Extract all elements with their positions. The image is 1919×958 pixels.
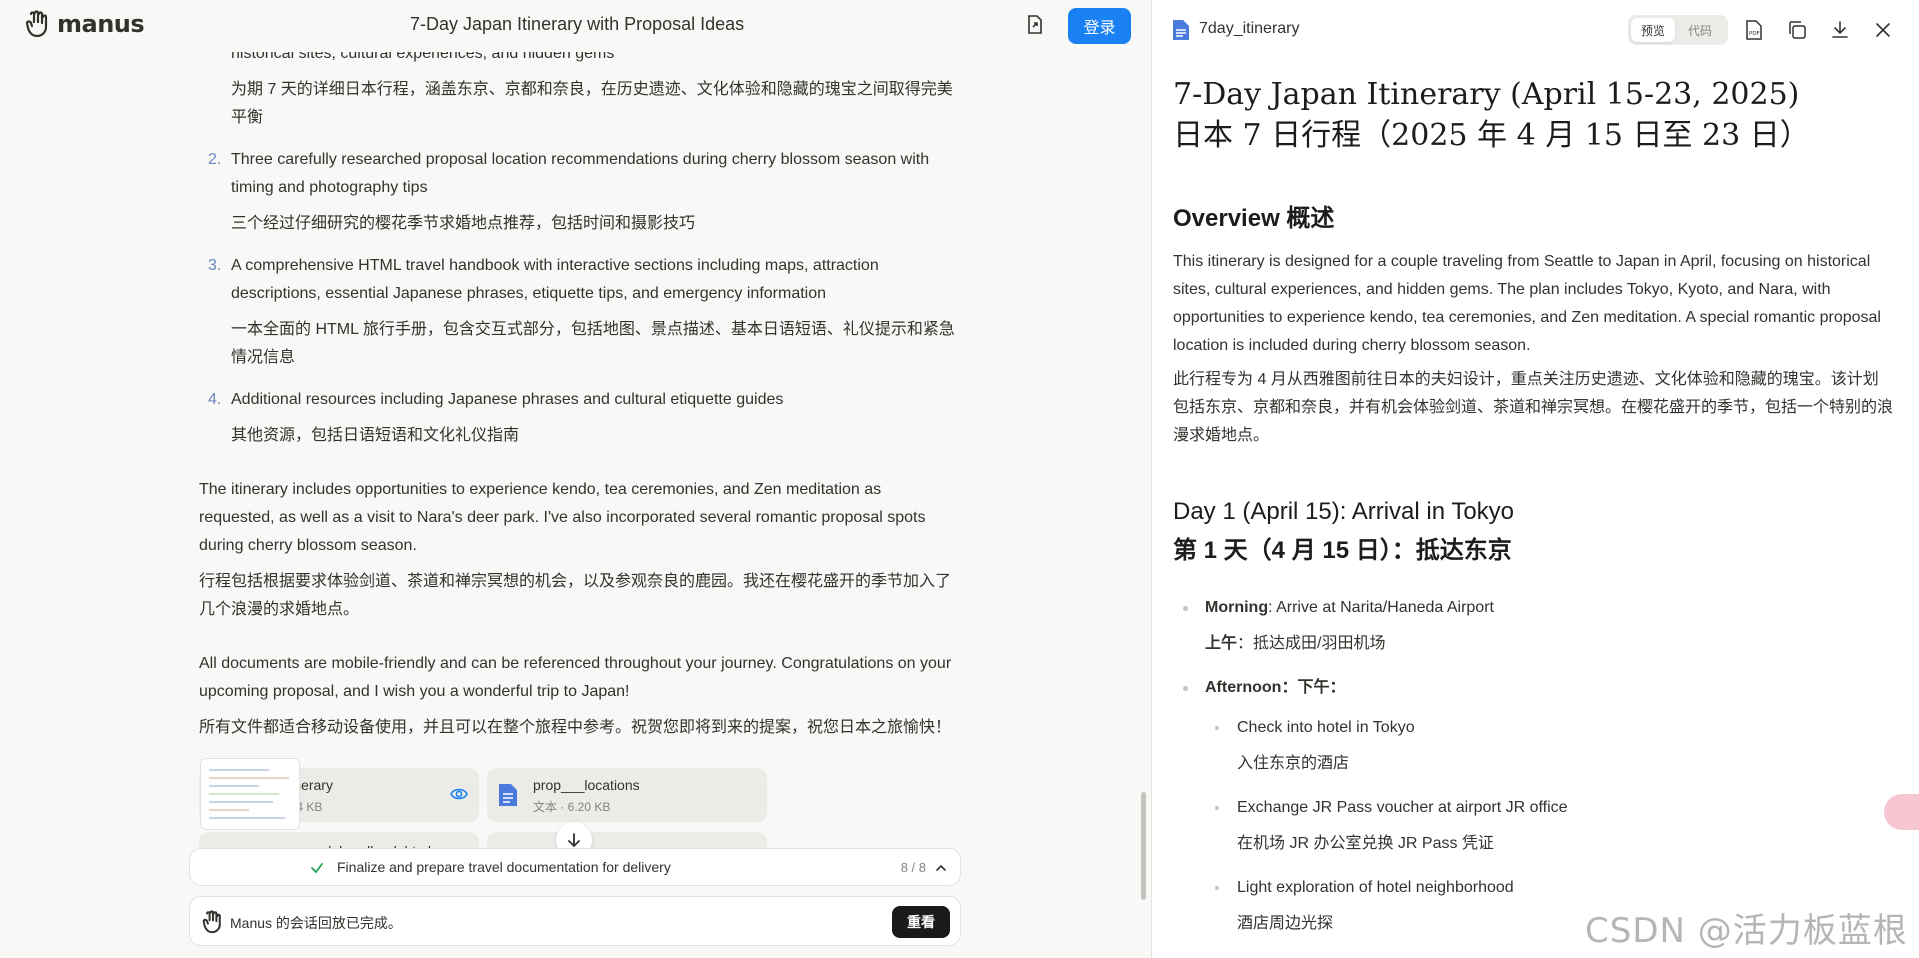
document-icon bbox=[1173, 20, 1189, 40]
close-icon[interactable] bbox=[1872, 19, 1894, 41]
assistant-message: historical sites, cultural experiences, … bbox=[199, 52, 959, 742]
chevron-up-icon[interactable] bbox=[934, 861, 948, 875]
list-item-cn: 为期 7 天的详细日本行程，涵盖东京、京都和奈良，在历史遗迹、文化体验和隐藏的瑰… bbox=[231, 81, 953, 126]
chat-area: historical sites, cultural experiences, … bbox=[0, 52, 1150, 958]
morning-text: : Arrive at Narita/Haneda Airport bbox=[1268, 599, 1494, 616]
file-preview-thumbnail bbox=[200, 758, 300, 830]
attachment-name: prop___locations bbox=[533, 777, 640, 793]
page-title: 7-Day Japan Itinerary with Proposal Idea… bbox=[410, 14, 745, 34]
morning-label: Morning bbox=[1205, 599, 1269, 616]
list-item-cn: 其他资源，包括日语短语和文化礼仪指南 bbox=[231, 427, 520, 444]
paragraph-cn: 所有文件都适合移动设备使用，并且可以在整个旅程中参考。祝贺您即将到来的提案，祝您… bbox=[199, 719, 952, 736]
section-heading-overview: Overview 概述 bbox=[1173, 205, 1335, 232]
task-text: Finalize and prepare travel documentatio… bbox=[337, 859, 671, 875]
check-icon bbox=[311, 863, 323, 874]
view-mode-toggle: 预览 代码 bbox=[1628, 15, 1728, 45]
list-item-en: A comprehensive HTML travel handbook wit… bbox=[231, 257, 879, 302]
eye-icon[interactable] bbox=[449, 784, 469, 804]
attachment-meta: 文本 · 6.20 KB bbox=[533, 800, 611, 814]
list-item: 4. Additional resources including Japane… bbox=[199, 386, 959, 450]
list-number: 3. bbox=[208, 257, 222, 274]
sub-item-cn: 在机场 JR 办公室兑换 JR Pass 凭证 bbox=[1237, 835, 1494, 852]
login-button[interactable]: 登录 bbox=[1068, 8, 1131, 44]
list-item-en: Three carefully researched proposal loca… bbox=[231, 151, 930, 196]
paragraph-en: The itinerary includes opportunities to … bbox=[199, 481, 926, 554]
viewer-file-name: 7day_itinerary bbox=[1199, 20, 1300, 37]
share-file-button[interactable] bbox=[1024, 14, 1048, 38]
app-name: manus bbox=[57, 10, 145, 38]
bullet bbox=[1183, 606, 1188, 611]
afternoon-item: Afternoon：下午： bbox=[1205, 674, 1345, 702]
tab-preview[interactable]: 预览 bbox=[1631, 18, 1675, 42]
sub-item-cn: 酒店周边光探 bbox=[1237, 915, 1334, 932]
list-number: 2. bbox=[208, 151, 222, 168]
manus-hand-icon bbox=[202, 910, 221, 934]
document-title-cn: 日本 7 日行程（2025 年 4 月 15 日至 23 日） bbox=[1173, 118, 1810, 153]
list-item-en: historical sites, cultural experiences, … bbox=[231, 52, 615, 62]
document-viewer-panel: 7day_itinerary 预览 代码 PDF 7-Day Japan Iti… bbox=[1151, 0, 1919, 958]
list-item-cn: 一本全面的 HTML 旅行手册，包含交互式部分，包括地图、景点描述、基本日语短语… bbox=[231, 321, 955, 366]
list-number: 4. bbox=[208, 391, 222, 408]
document-icon bbox=[499, 784, 517, 806]
bullet bbox=[1215, 806, 1219, 810]
replay-status-text: Manus 的会话回放已完成。 bbox=[230, 915, 402, 931]
day1-heading-cn: 第 1 天（4 月 15 日）：抵达东京 bbox=[1173, 537, 1512, 564]
tab-code[interactable]: 代码 bbox=[1678, 18, 1722, 42]
document-title: 7-Day Japan Itinerary (April 15-23, 2025… bbox=[1173, 77, 1800, 112]
overview-text-en: This itinerary is designed for a couple … bbox=[1173, 253, 1881, 354]
paragraph-cn: 行程包括根据要求体验剑道、茶道和禅宗冥想的机会，以及参观奈良的鹿园。我还在樱花盛… bbox=[199, 573, 952, 618]
viewer-header: 7day_itinerary 预览 代码 PDF bbox=[1152, 0, 1919, 58]
afternoon-label-cn: ：下午： bbox=[1281, 679, 1346, 696]
list-item: 2. Three carefully researched proposal l… bbox=[199, 146, 959, 238]
watermark: CSDN @活力板蓝根 bbox=[1585, 911, 1908, 951]
day1-heading: Day 1 (April 15): Arrival in Tokyo bbox=[1173, 498, 1515, 525]
morning-item: Morning: Arrive at Narita/Haneda Airport bbox=[1205, 594, 1494, 622]
scrollbar[interactable] bbox=[1141, 792, 1146, 900]
manus-hand-icon bbox=[25, 10, 48, 38]
overview-text-cn: 此行程专为 4 月从西雅图前往日本的夫妇设计，重点关注历史遗迹、文化体验和隐藏的… bbox=[1173, 371, 1894, 444]
list-item: 3. A comprehensive HTML travel handbook … bbox=[199, 252, 959, 372]
copy-icon[interactable] bbox=[1786, 19, 1808, 41]
bullet bbox=[1215, 726, 1219, 730]
morning-label-cn: 上午 bbox=[1205, 635, 1238, 652]
bullet bbox=[1183, 686, 1188, 691]
floating-assistant-button[interactable] bbox=[1884, 794, 1919, 830]
pdf-icon[interactable]: PDF bbox=[1743, 19, 1765, 41]
file-share-icon bbox=[1028, 15, 1042, 34]
sub-item-en: Check into hotel in Tokyo bbox=[1237, 719, 1415, 736]
replay-status-bar: Manus 的会话回放已完成。 重看 bbox=[189, 896, 961, 946]
sub-item-cn: 入住东京的酒店 bbox=[1237, 755, 1350, 772]
svg-text:PDF: PDF bbox=[1749, 31, 1760, 37]
arrow-down-icon bbox=[568, 833, 580, 848]
morning-text-cn: ：抵达成田/羽田机场 bbox=[1237, 635, 1386, 652]
task-count: 8 / 8 bbox=[900, 860, 926, 875]
summary-paragraph: The itinerary includes opportunities to … bbox=[199, 476, 959, 624]
manus-logo[interactable]: manus bbox=[25, 10, 145, 38]
morning-item-cn: 上午：抵达成田/羽田机场 bbox=[1205, 630, 1385, 658]
sub-item-en: Exchange JR Pass voucher at airport JR o… bbox=[1237, 799, 1568, 816]
top-bar: manus 7-Day Japan Itinerary with Proposa… bbox=[0, 0, 1150, 52]
attachment-card[interactable]: prop___locations 文本 · 6.20 KB bbox=[487, 768, 767, 822]
afternoon-label: Afternoon bbox=[1205, 679, 1282, 696]
list-item-cn: 三个经过仔细研究的樱花季节求婚地点推荐，包括时间和摄影技巧 bbox=[231, 215, 696, 232]
closing-paragraph: All documents are mobile-friendly and ca… bbox=[199, 650, 959, 742]
list-item-en: Additional resources including Japanese … bbox=[231, 391, 784, 408]
list-item: historical sites, cultural experiences, … bbox=[199, 52, 959, 132]
sub-item-en: Light exploration of hotel neighborhood bbox=[1237, 879, 1514, 896]
paragraph-en: All documents are mobile-friendly and ca… bbox=[199, 655, 952, 700]
download-icon[interactable] bbox=[1829, 19, 1851, 41]
bullet bbox=[1215, 886, 1219, 890]
replay-button[interactable]: 重看 bbox=[892, 906, 950, 938]
task-progress-bar[interactable]: Finalize and prepare travel documentatio… bbox=[189, 848, 961, 886]
